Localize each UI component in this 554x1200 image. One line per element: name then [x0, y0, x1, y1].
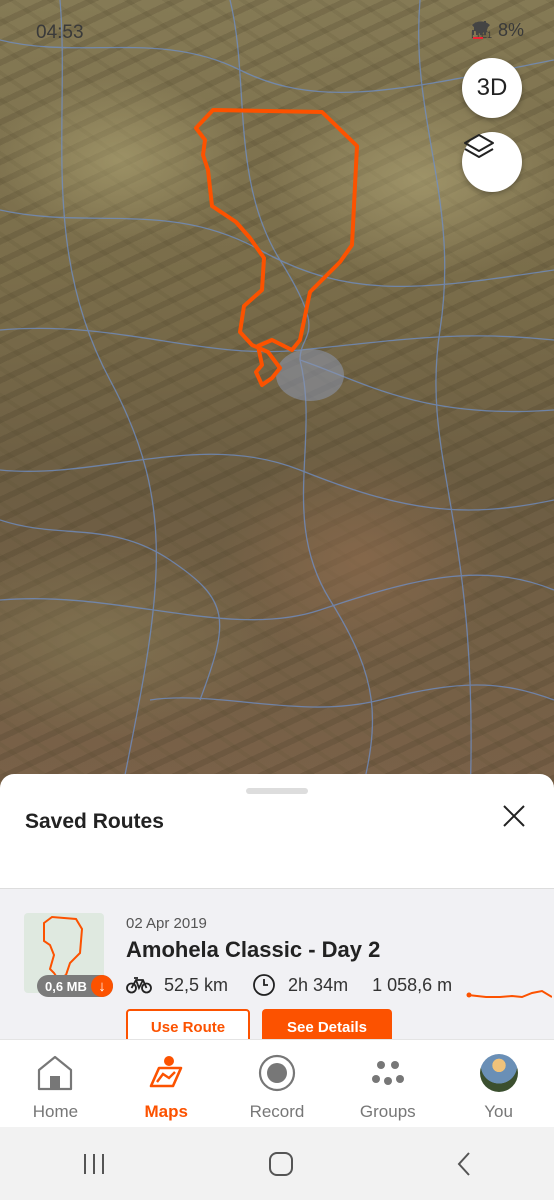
- clock-icon: [252, 973, 276, 997]
- route-date: 02 Apr 2019: [126, 915, 207, 932]
- map-layers-button[interactable]: [462, 132, 522, 192]
- nav-maps[interactable]: Maps: [111, 1040, 222, 1128]
- sheet-drag-handle[interactable]: [246, 788, 308, 794]
- groups-icon: [370, 1052, 406, 1094]
- recents-icon[interactable]: [81, 1152, 107, 1176]
- status-time: 04:53: [36, 22, 84, 43]
- avatar: [479, 1054, 518, 1092]
- system-nav-bar: [0, 1127, 554, 1200]
- nav-you[interactable]: You: [443, 1040, 554, 1128]
- record-icon: [257, 1052, 297, 1094]
- battery-icon: [473, 37, 484, 39]
- status-icons: Vo)LTE1 8%: [471, 20, 524, 41]
- nav-home[interactable]: Home: [0, 1040, 111, 1128]
- maps-icon: [147, 1052, 185, 1094]
- battery-percent: 8%: [497, 20, 524, 40]
- layers-icon: [464, 134, 494, 158]
- close-icon[interactable]: [500, 802, 528, 830]
- home-circle-icon[interactable]: [268, 1151, 294, 1177]
- back-icon[interactable]: [455, 1151, 473, 1177]
- download-size: 0,6 MB: [45, 978, 87, 994]
- download-icon: ↓: [91, 975, 113, 997]
- nav-record-label: Record: [249, 1102, 305, 1121]
- sheet-title: Saved Routes: [25, 810, 164, 833]
- nav-groups[interactable]: Groups: [332, 1040, 443, 1128]
- bottom-nav: Home Maps Record Groups You: [0, 1039, 554, 1128]
- download-size-badge[interactable]: 0,6 MB ↓: [37, 975, 113, 997]
- route-card[interactable]: 0,6 MB ↓ 02 Apr 2019 Amohela Classic - D…: [0, 888, 554, 1045]
- nav-maps-label: Maps: [144, 1102, 188, 1121]
- bike-icon: [126, 976, 152, 994]
- map-roads: [0, 0, 554, 800]
- route-name: Amohela Classic - Day 2: [126, 937, 381, 962]
- route-elevation: 1 058,6 m: [372, 974, 453, 995]
- home-icon: [35, 1052, 75, 1094]
- nav-record[interactable]: Record: [222, 1040, 333, 1128]
- status-bar: 04:53 Vo)LTE1 8%: [0, 0, 554, 64]
- map-view[interactable]: 04:53 Vo)LTE1 8% 3D: [0, 0, 554, 800]
- route-path: [194, 108, 359, 387]
- map-3d-button[interactable]: 3D: [462, 58, 522, 118]
- map-3d-label: 3D: [476, 74, 508, 101]
- nav-groups-label: Groups: [359, 1102, 416, 1121]
- route-duration: 2h 34m: [288, 974, 349, 995]
- route-distance: 52,5 km: [164, 974, 229, 995]
- elevation-profile: [466, 989, 552, 999]
- nav-you-label: You: [484, 1102, 513, 1121]
- route-stats: 52,5 km 2h 34m 1 058,6 m: [126, 973, 476, 997]
- nav-home-label: Home: [32, 1102, 79, 1121]
